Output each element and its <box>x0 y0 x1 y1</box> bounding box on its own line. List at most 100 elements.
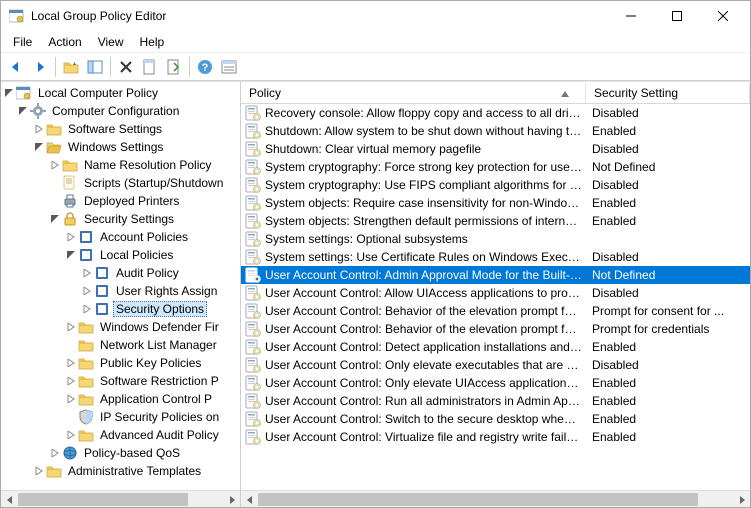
list-item[interactable]: User Account Control: Only elevate execu… <box>241 356 750 374</box>
tree-administrative-templates[interactable]: Administrative Templates <box>33 462 240 480</box>
tree-public-key[interactable]: Public Key Policies <box>65 354 240 372</box>
expand-icon[interactable] <box>3 87 15 99</box>
menu-file[interactable]: File <box>5 33 40 51</box>
tree-account-policies[interactable]: Account Policies <box>65 228 240 246</box>
list-item[interactable]: User Account Control: Detect application… <box>241 338 750 356</box>
menu-action[interactable]: Action <box>40 33 89 51</box>
policy-item-icon <box>245 303 261 319</box>
tree-qos[interactable]: Policy-based QoS <box>49 444 240 462</box>
menu-view[interactable]: View <box>90 33 132 51</box>
tree-software-settings[interactable]: Software Settings <box>33 120 240 138</box>
list-item[interactable]: User Account Control: Only elevate UIAcc… <box>241 374 750 392</box>
scroll-thumb[interactable] <box>18 493 188 506</box>
expand-icon[interactable] <box>81 285 93 297</box>
scroll-right-button[interactable] <box>223 491 240 507</box>
expand-icon[interactable] <box>49 213 61 225</box>
column-setting[interactable]: Security Setting <box>586 83 750 103</box>
tree-windows-defender[interactable]: Windows Defender Fir <box>65 318 240 336</box>
expand-icon[interactable] <box>81 303 93 315</box>
expand-icon[interactable] <box>81 267 93 279</box>
menu-help[interactable]: Help <box>132 33 173 51</box>
list-item[interactable]: Shutdown: Allow system to be shut down w… <box>241 122 750 140</box>
policy-setting: Not Defined <box>586 160 750 174</box>
list-item[interactable]: Recovery console: Allow floppy copy and … <box>241 104 750 122</box>
list-item[interactable]: User Account Control: Switch to the secu… <box>241 410 750 428</box>
scroll-right-button[interactable] <box>733 491 750 507</box>
scroll-thumb[interactable] <box>258 493 698 506</box>
list-item[interactable]: System objects: Require case insensitivi… <box>241 194 750 212</box>
window-title: Local Group Policy Editor <box>31 9 608 23</box>
expand-icon[interactable] <box>33 465 45 477</box>
help-button[interactable]: ? <box>194 56 216 78</box>
tree-scripts[interactable]: Scripts (Startup/Shutdown <box>49 174 240 192</box>
tree-local-policies[interactable]: Local Policies <box>65 246 240 264</box>
column-policy[interactable]: Policy <box>241 83 586 103</box>
tree-audit-policy[interactable]: Audit Policy <box>81 264 240 282</box>
list-item[interactable]: Shutdown: Clear virtual memory pagefileD… <box>241 140 750 158</box>
export-button[interactable] <box>163 56 185 78</box>
expand-icon[interactable] <box>65 357 77 369</box>
main-window: Local Group Policy Editor File Action Vi… <box>0 0 751 508</box>
expand-icon[interactable] <box>65 393 77 405</box>
policy-setting: Disabled <box>586 358 750 372</box>
svg-text:?: ? <box>202 62 209 74</box>
list-item[interactable]: System objects: Strengthen default permi… <box>241 212 750 230</box>
tree-user-rights[interactable]: User Rights Assign <box>81 282 240 300</box>
minimize-button[interactable] <box>608 1 654 31</box>
list-item[interactable]: User Account Control: Allow UIAccess app… <box>241 284 750 302</box>
tree-application-control[interactable]: Application Control P <box>65 390 240 408</box>
expand-icon[interactable] <box>49 159 61 171</box>
tree-windows-settings[interactable]: Windows Settings <box>33 138 240 156</box>
policy-item-icon <box>245 267 261 283</box>
close-button[interactable] <box>700 1 746 31</box>
show-hide-tree-button[interactable] <box>84 56 106 78</box>
list-item[interactable]: System cryptography: Force strong key pr… <box>241 158 750 176</box>
tree-network-list[interactable]: Network List Manager <box>65 336 240 354</box>
properties-button[interactable] <box>139 56 161 78</box>
forward-button[interactable] <box>29 56 51 78</box>
expand-icon[interactable] <box>65 249 77 261</box>
list-item[interactable]: System settings: Use Certificate Rules o… <box>241 248 750 266</box>
policy-name: User Account Control: Detect application… <box>265 340 582 354</box>
list-h-scrollbar[interactable] <box>241 490 750 507</box>
list-item[interactable]: User Account Control: Admin Approval Mod… <box>241 266 750 284</box>
expand-icon[interactable] <box>33 123 45 135</box>
tree-label: Security Options <box>113 301 207 317</box>
maximize-button[interactable] <box>654 1 700 31</box>
filter-button[interactable] <box>218 56 240 78</box>
tree-advanced-audit[interactable]: Advanced Audit Policy <box>65 426 240 444</box>
expand-icon[interactable] <box>65 231 77 243</box>
tree-security-settings[interactable]: Security Settings <box>49 210 240 228</box>
list-item[interactable]: System cryptography: Use FIPS compliant … <box>241 176 750 194</box>
policy-item-icon <box>245 195 261 211</box>
list-item[interactable]: User Account Control: Behavior of the el… <box>241 302 750 320</box>
tree-label: Network List Manager <box>97 337 220 353</box>
tree-security-options[interactable]: Security Options <box>81 300 240 318</box>
expand-icon[interactable] <box>65 321 77 333</box>
tree-software-restriction[interactable]: Software Restriction P <box>65 372 240 390</box>
list-item[interactable]: User Account Control: Behavior of the el… <box>241 320 750 338</box>
back-button[interactable] <box>5 56 27 78</box>
expand-icon[interactable] <box>49 447 61 459</box>
list-body[interactable]: Recovery console: Allow floppy copy and … <box>241 104 750 490</box>
list-item[interactable]: User Account Control: Run all administra… <box>241 392 750 410</box>
tree-root[interactable]: Local Computer Policy <box>1 84 240 102</box>
up-button[interactable] <box>60 56 82 78</box>
tree-deployed-printers[interactable]: Deployed Printers <box>49 192 240 210</box>
expand-icon[interactable] <box>65 375 77 387</box>
tree-name-resolution[interactable]: Name Resolution Policy <box>49 156 240 174</box>
scroll-left-button[interactable] <box>1 491 18 507</box>
list-item[interactable]: User Account Control: Virtualize file an… <box>241 428 750 446</box>
tree-ip-security[interactable]: IP Security Policies on <box>65 408 240 426</box>
delete-button[interactable] <box>115 56 137 78</box>
tree-computer-configuration[interactable]: Computer Configuration <box>17 102 240 120</box>
expand-icon[interactable] <box>65 429 77 441</box>
list-item[interactable]: System settings: Optional subsystems <box>241 230 750 248</box>
policy-name: System cryptography: Use FIPS compliant … <box>265 178 582 192</box>
tree-h-scrollbar[interactable] <box>1 490 240 507</box>
tree-pane[interactable]: Local Computer Policy Computer Configura… <box>1 82 241 507</box>
expand-icon[interactable] <box>33 141 45 153</box>
tree-label: Policy-based QoS <box>81 445 183 461</box>
scroll-left-button[interactable] <box>241 491 258 507</box>
expand-icon[interactable] <box>17 105 29 117</box>
